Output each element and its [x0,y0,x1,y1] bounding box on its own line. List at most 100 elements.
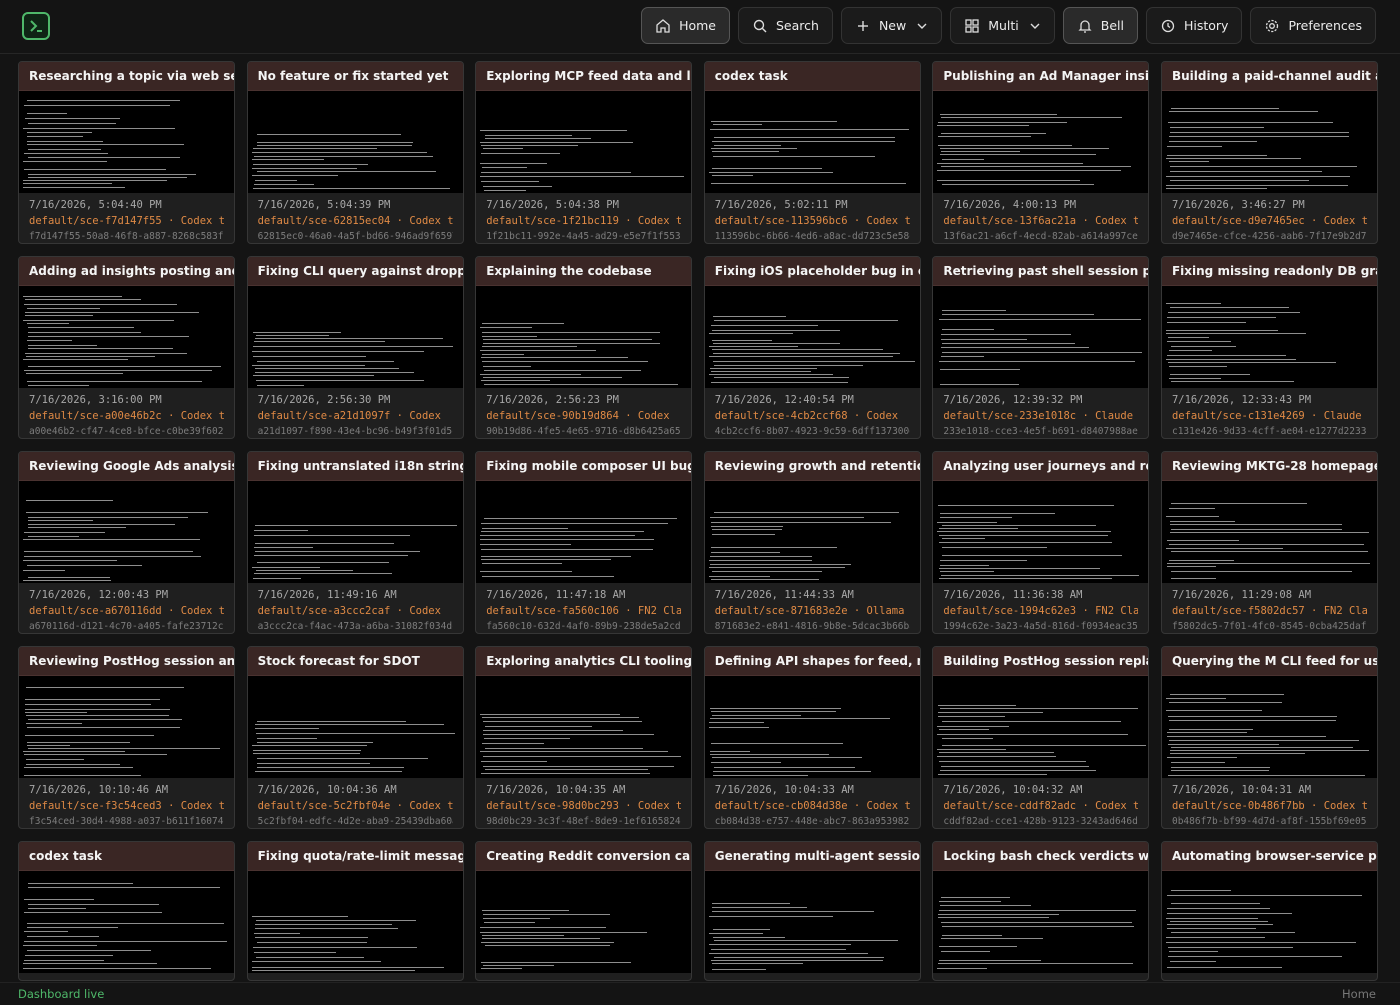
terminal-preview [1161,481,1377,583]
session-card[interactable]: Reviewing PostHog session analysis tooli… [18,646,235,829]
separator-dot: · [1304,215,1324,227]
terminal-line [942,525,1097,526]
session-card[interactable]: Fixing mobile composer UI bugs 7/16/2026,… [475,451,693,634]
terminal-line [27,936,99,937]
card-session-id: default/sce-cb084d38e [714,800,848,812]
session-card[interactable]: Analyzing user journeys and retention 7/1… [932,451,1150,634]
card-session-line: default/sce-871683e2e · Ollama [715,605,910,621]
footer-home-link[interactable]: Home [1342,987,1376,1001]
card-uuid: cb084d38-e757-448e-abc7-863a9539821b [714,816,910,827]
session-card[interactable]: Fixing missing readonly DB grant for pro… [1160,256,1378,439]
session-card[interactable]: Publishing an Ad Manager insight from 7/1… [932,61,1150,244]
terminal-line [481,145,579,146]
terminal-line [25,735,154,736]
terminal-line [254,924,392,925]
session-card[interactable]: Reviewing Google Ads analysis skill inpu… [18,451,235,634]
terminal-line [252,375,374,376]
terminal-line [713,137,895,138]
card-title: Building a paid-channel audit agent [1161,62,1377,91]
session-card[interactable]: Creating Reddit conversion campaigns [475,841,693,981]
preferences-button[interactable]: Preferences [1250,7,1376,44]
terminal-line [484,518,678,519]
session-card[interactable]: Fixing iOS placeholder bug in empty chat… [703,256,921,439]
terminal-line [708,916,833,917]
terminal-logo-icon[interactable] [22,12,50,40]
session-card[interactable]: Automating browser-service production [1160,841,1378,981]
home-button[interactable]: Home [641,7,730,44]
card-uuid: 1994c62e-3a23-4a5d-816d-f0934eac353e [943,621,1139,632]
card-session-line: default/sce-5c2fbf04e · Codex task [258,800,453,816]
new-button[interactable]: New [840,7,943,44]
terminal-line [1168,702,1282,703]
card-meta: 7/16/2026, 12:00:43 PM default/sce-a67011… [19,583,234,633]
session-card[interactable]: Stock forecast for SDOT 7/16/2026, 10:04:… [246,646,464,829]
separator-dot: · [390,605,410,617]
terminal-line [937,968,988,969]
session-card[interactable]: Building PostHog session replay analysis… [932,646,1150,829]
terminal-line [942,738,994,739]
session-card[interactable]: Defining API shapes for feed, messages 7/… [703,646,921,829]
terminal-line [1165,333,1306,334]
session-card[interactable]: Fixing quota/rate-limit messaging for [246,841,464,981]
session-card[interactable]: codex task [18,841,235,981]
card-session-id: default/sce-f3c54ced3 [29,800,162,812]
terminal-line [1170,932,1295,933]
session-card[interactable]: Querying the M CLI feed for user activit… [1160,646,1378,829]
terminal-line [251,351,424,352]
card-session-id: default/sce-1994c62e3 [943,605,1077,617]
terminal-line [940,114,1058,115]
session-card[interactable]: codex task 7/16/2026, 5:02:11 PM default/s… [703,61,921,244]
card-session-line: default/sce-d9e7465ec · Codex task [1172,215,1367,231]
bell-button[interactable]: Bell [1062,7,1138,44]
terminal-line [23,187,125,188]
terminal-line [481,181,540,182]
terminal-line [1169,921,1268,922]
session-card[interactable]: Adding ad insights posting and verificat… [18,256,235,439]
card-timestamp: 7/16/2026, 2:56:30 PM [257,394,391,406]
terminal-line [941,117,1123,118]
session-card[interactable]: Exploring MCP feed data and live activit… [475,61,693,244]
separator-dot: · [390,800,410,812]
terminal-line [483,965,555,966]
card-session-id: default/sce-a3ccc2caf [257,605,391,617]
terminal-line [28,517,188,518]
terminal-preview [1161,91,1377,193]
card-timestamp: 7/16/2026, 2:56:23 PM [486,394,619,406]
session-card[interactable]: Researching a topic via web searches 7/16… [18,61,235,244]
terminal-line [251,745,367,746]
terminal-line [1167,744,1279,745]
terminal-line [253,547,313,548]
session-card[interactable]: Locking bash check verdicts with a unit [932,841,1150,981]
card-timestamp: 7/16/2026, 5:04:38 PM [486,199,619,211]
terminal-line [710,547,837,548]
terminal-line [939,535,1109,536]
session-card[interactable]: Fixing CLI query against dropped data 7/1… [246,256,464,439]
session-card[interactable]: Generating multi-agent session recording… [703,841,921,981]
terminal-line [28,177,187,178]
session-card[interactable]: Explaining the codebase 7/16/2026, 2:56:2… [475,256,693,439]
session-card[interactable]: Retrieving past shell session prompts 7/1… [932,256,1150,439]
session-card[interactable]: No feature or fix started yet 7/16/2026, … [246,61,464,244]
terminal-line [251,961,381,962]
session-card[interactable]: Building a paid-channel audit agent 7/16/… [1160,61,1378,244]
history-button[interactable]: History [1145,7,1243,44]
card-session-line: default/sce-1f21bc119 · Codex task [486,215,681,231]
terminal-line [255,570,353,571]
terminal-line [24,754,167,755]
terminal-line [942,538,986,539]
terminal-line [253,184,314,185]
terminal-line [23,180,167,181]
session-card[interactable]: Fixing untranslated i18n strings 7/16/202… [246,451,464,634]
card-session-line: default/sce-a3ccc2caf · Codex [258,605,453,621]
card-session-line: default/sce-1994c62e3 · FN2 Claude [943,605,1138,621]
card-title: Retrieving past shell session prompts [933,257,1149,286]
terminal-line [25,312,199,313]
search-button[interactable]: Search [737,7,833,44]
session-card[interactable]: Reviewing MKTG-28 homepage copy 7/16/2026… [1160,451,1378,634]
session-card[interactable]: Reviewing growth and retention analysis 7… [703,451,921,634]
card-session-id: default/sce-fa560c106 [486,605,619,617]
terminal-line [26,687,184,688]
multi-button[interactable]: Multi [950,7,1055,44]
session-card[interactable]: Exploring analytics CLI tooling 7/16/2026… [475,646,693,829]
terminal-line [256,145,412,146]
